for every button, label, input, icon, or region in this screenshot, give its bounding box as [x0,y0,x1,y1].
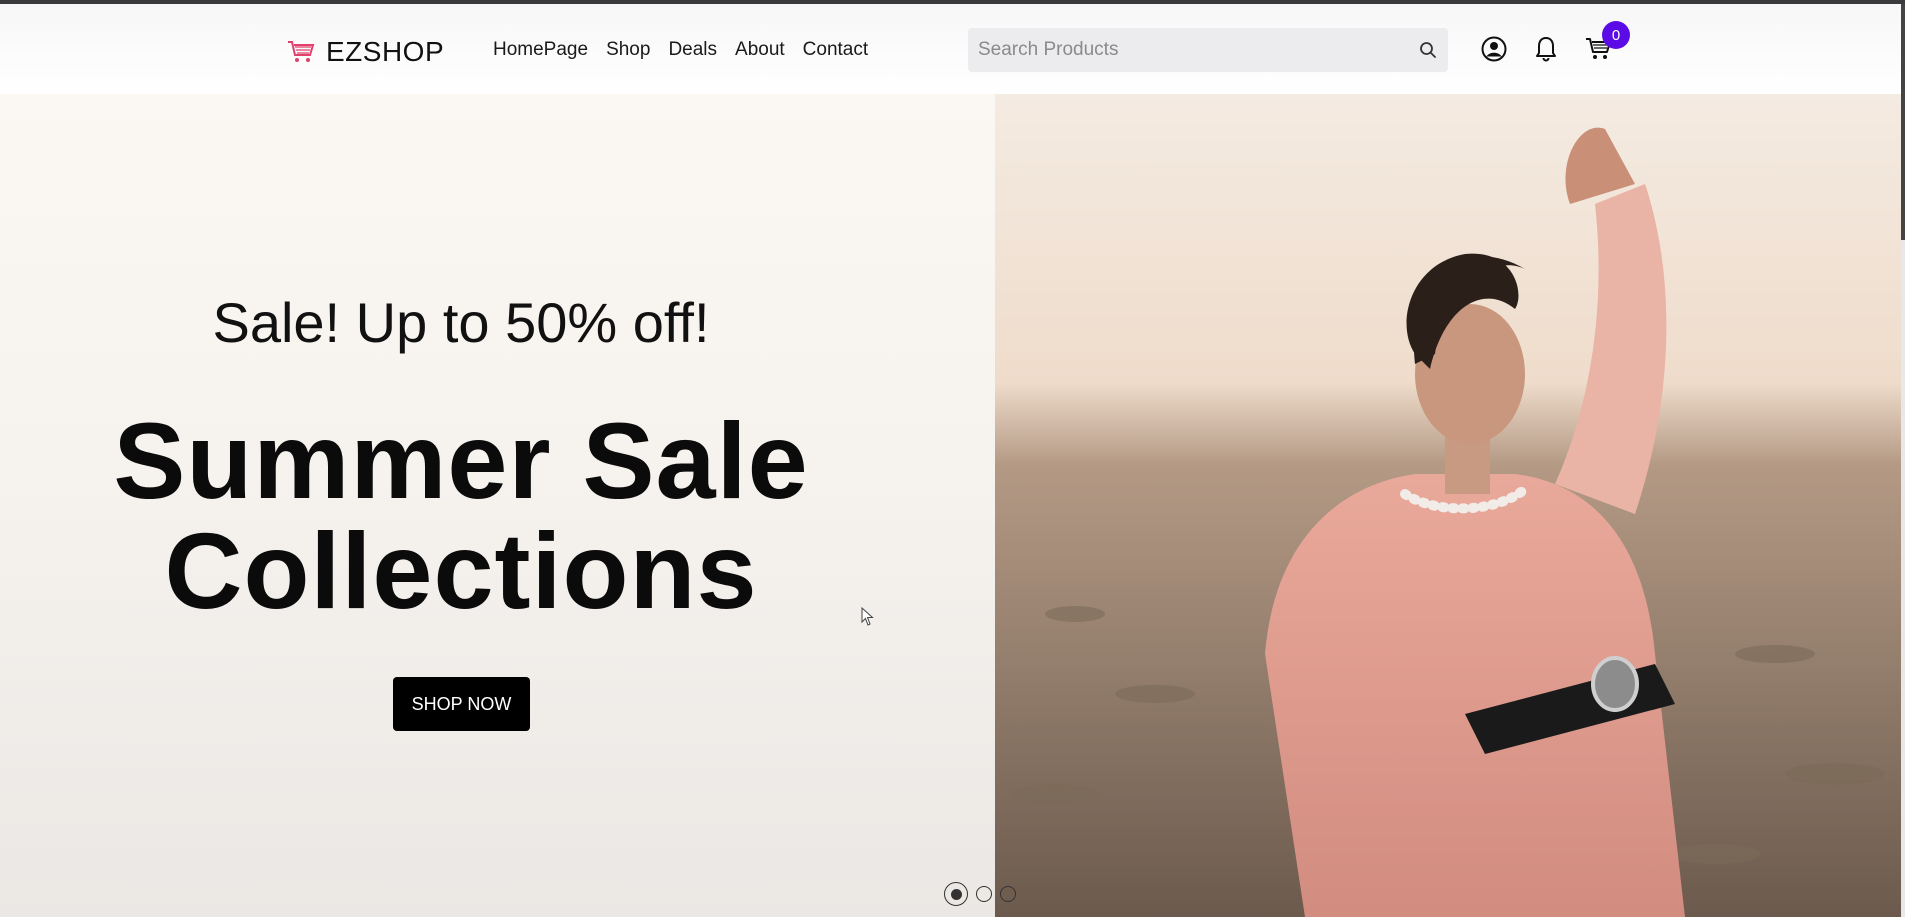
carousel-indicators [944,882,1016,906]
brand-name: EZSHOP [326,36,445,67]
search-bar [968,28,1448,72]
nav-about[interactable]: About [735,39,785,61]
bell-icon [1536,37,1556,62]
hero-subtitle: Sale! Up to 50% off! [212,291,710,354]
search-input[interactable] [968,28,1408,72]
hero-title-line2: Collections [164,510,758,631]
carousel-dot-1[interactable] [944,882,968,906]
carousel-dot-2[interactable] [976,886,992,902]
account-button[interactable] [1480,34,1508,64]
mouse-cursor-icon [861,607,874,626]
shop-now-button[interactable]: SHOP NOW [393,677,530,731]
site-header: EZSHOP HomePage Shop Deals About Contact [0,4,1905,94]
header-icons: 0 [1480,21,1630,64]
notifications-button[interactable] [1532,34,1560,64]
nav-contact[interactable]: Contact [803,39,868,61]
hero-text-panel: Sale! Up to 50% off! Summer Sale Collect… [0,94,995,917]
nav-shop[interactable]: Shop [606,39,650,61]
cart-button[interactable]: 0 [1584,21,1630,64]
search-icon [1420,42,1436,58]
search-button[interactable] [1408,28,1448,72]
shopping-cart-icon [288,41,315,62]
page-scrollbar-thumb[interactable] [1901,4,1905,240]
hero-title-line1: Summer Sale [113,400,809,521]
hero-model-photo [995,94,1905,917]
cart-count-badge: 0 [1602,21,1630,49]
nav-deals[interactable]: Deals [668,39,717,61]
carousel-dot-3[interactable] [1000,886,1016,902]
hero-title: Summer Sale Collections [0,406,922,626]
model-photo-illustration [995,94,1905,917]
nav-homepage[interactable]: HomePage [493,39,588,61]
user-circle-icon [1481,36,1507,62]
brand-logo[interactable]: EZSHOP [286,32,444,72]
hero-banner: Sale! Up to 50% off! Summer Sale Collect… [0,94,1905,917]
main-nav: HomePage Shop Deals About Contact [493,39,868,61]
